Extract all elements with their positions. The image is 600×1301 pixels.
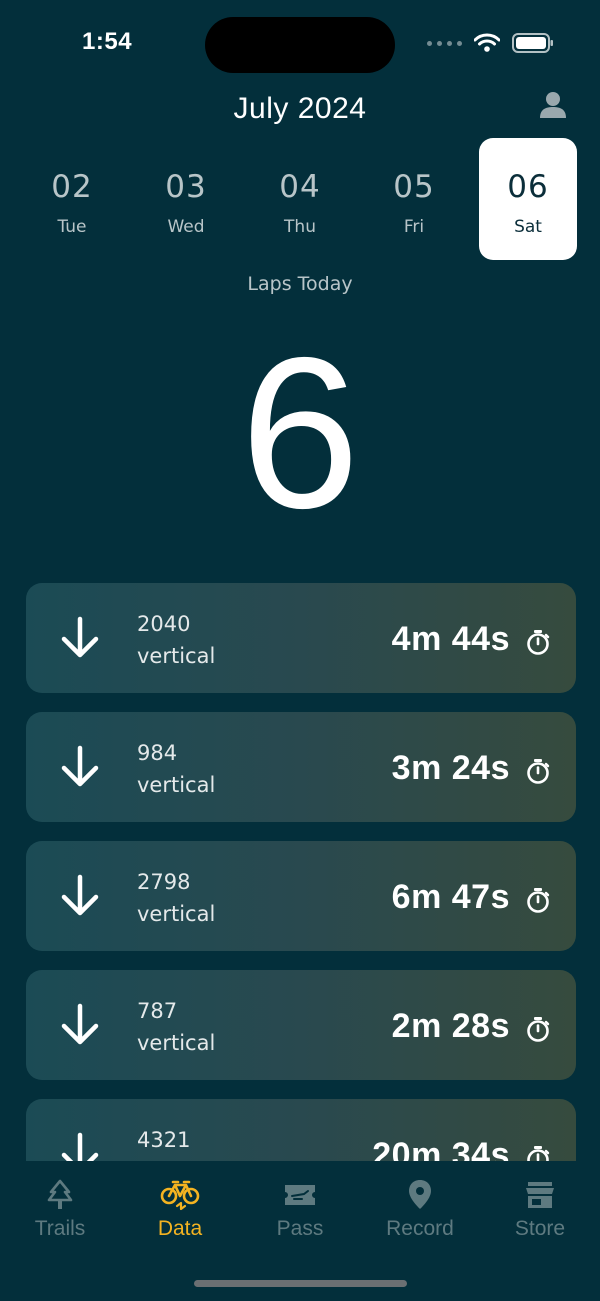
bike-icon (160, 1180, 200, 1211)
date-number: 06 (507, 169, 549, 205)
person-icon (540, 92, 566, 118)
laps-list[interactable]: 2040 vertical 4m 44s 984 vertical 3m 24s (26, 583, 576, 1161)
lap-vertical-label: vertical (137, 644, 216, 668)
date-weekday: Thu (284, 217, 316, 237)
month-title: July 2024 (233, 92, 367, 125)
tree-icon (47, 1179, 73, 1209)
date-weekday: Sat (514, 217, 542, 237)
tab-pass[interactable]: Pass (240, 1179, 360, 1259)
date-weekday: Fri (403, 217, 425, 237)
date-item[interactable]: 02 Tue (23, 138, 121, 260)
lap-vertical-label: vertical (137, 1031, 216, 1055)
stopwatch-icon (527, 759, 550, 784)
stopwatch-icon (527, 1146, 550, 1161)
tab-label: Record (386, 1217, 454, 1240)
lap-duration: 4m 44s (391, 620, 510, 658)
home-indicator (194, 1280, 407, 1287)
laps-today-count: 6 (240, 312, 360, 553)
lap-row[interactable]: 2798 vertical 6m 47s (26, 841, 576, 951)
date-number: 03 (165, 169, 207, 205)
lap-vertical-value: 2040 (137, 612, 191, 636)
date-number: 02 (51, 169, 93, 205)
lap-vertical-value: 984 (137, 741, 178, 765)
status-time: 1:54 (82, 28, 133, 55)
lap-row[interactable]: 2040 vertical 4m 44s (26, 583, 576, 693)
tab-store[interactable]: Store (480, 1179, 600, 1259)
dynamic-island (205, 17, 395, 73)
stopwatch-icon (527, 630, 550, 655)
profile-button[interactable] (538, 90, 568, 120)
stopwatch-icon (527, 888, 550, 913)
app-screen: 1:54 July 2024 02 Tue 03 Wed 04 Thu 05 F… (0, 0, 600, 1301)
arrow-down-icon (61, 1003, 99, 1045)
date-item[interactable]: 04 Thu (251, 138, 349, 260)
lap-duration: 3m 24s (391, 749, 510, 787)
tab-label: Trails (34, 1217, 86, 1240)
store-icon (526, 1182, 554, 1208)
lap-duration: 2m 28s (391, 1007, 510, 1045)
lap-row[interactable]: 4321 vertical 20m 34s (26, 1099, 576, 1161)
ticket-icon (285, 1185, 315, 1205)
arrow-down-icon (61, 1132, 99, 1161)
lap-vertical-value: 4321 (137, 1128, 191, 1152)
lap-row[interactable]: 984 vertical 3m 24s (26, 712, 576, 822)
date-selector: 02 Tue 03 Wed 04 Thu 05 Fri 06 Sat (13, 138, 588, 260)
lap-vertical-label: vertical (137, 902, 216, 926)
arrow-down-icon (61, 616, 99, 658)
location-pin-icon (409, 1180, 431, 1209)
laps-today-label: Laps Today (247, 273, 353, 295)
lap-vertical-value: 787 (137, 999, 178, 1023)
date-item[interactable]: 05 Fri (365, 138, 463, 260)
status-icons (427, 33, 554, 53)
stopwatch-icon (527, 1017, 550, 1042)
battery-icon (512, 33, 553, 53)
lap-duration: 6m 47s (391, 878, 510, 916)
date-item-selected[interactable]: 06 Sat (479, 138, 577, 260)
lap-vertical-label: vertical (137, 773, 216, 797)
wifi-icon (474, 33, 500, 52)
lap-row[interactable]: 787 vertical 2m 28s (26, 970, 576, 1080)
tab-label: Store (514, 1217, 566, 1240)
tab-trails[interactable]: Trails (0, 1179, 120, 1259)
tab-record[interactable]: Record (360, 1179, 480, 1259)
date-weekday: Tue (57, 217, 87, 237)
arrow-down-icon (61, 874, 99, 916)
tab-label: Data (157, 1217, 203, 1240)
lap-duration: 20m 34s (372, 1136, 510, 1161)
date-item[interactable]: 03 Wed (137, 138, 235, 260)
date-number: 04 (279, 169, 321, 205)
tab-label: Pass (276, 1217, 324, 1240)
tab-data[interactable]: Data (120, 1179, 240, 1259)
cellular-signal-icon (427, 40, 462, 46)
date-weekday: Wed (167, 217, 205, 237)
date-number: 05 (393, 169, 435, 205)
arrow-down-icon (61, 745, 99, 787)
lap-vertical-value: 2798 (137, 870, 191, 894)
